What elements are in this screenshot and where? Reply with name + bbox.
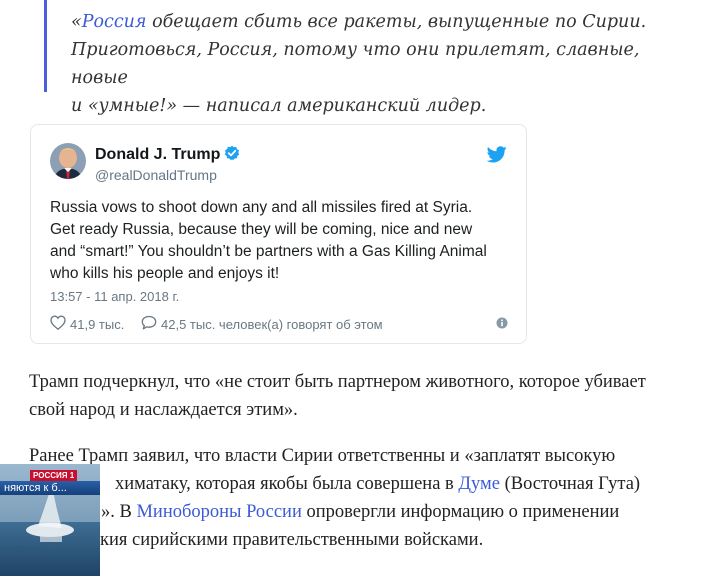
- tweet-text: Russia vows to shoot down any and all mi…: [50, 197, 510, 285]
- tweet-author[interactable]: Donald J. Trump @realDonaldTrump: [95, 145, 240, 183]
- author-name[interactable]: Donald J. Trump: [95, 146, 220, 164]
- paragraph-line: свой народ и наслаждается этим».: [29, 400, 298, 420]
- paragraph-line: кия сирийскими правительственными войска…: [100, 530, 484, 550]
- quote-line1-rest: обещает сбить все ракеты, выпущенные по …: [146, 12, 647, 32]
- like-action[interactable]: 41,9 тыс.: [50, 315, 124, 333]
- reply-count: 42,5 тыс. человек(а) говорят об этом: [161, 316, 383, 332]
- speech-bubble-icon: [141, 315, 157, 333]
- quote-open-mark: «: [71, 12, 82, 32]
- news-ticker: няются к б...: [0, 481, 100, 495]
- tweet-timestamp[interactable]: 13:57 - 11 апр. 2018 г.: [50, 289, 179, 304]
- paragraph-line: Ранее Трамп заявил, что власти Сирии отв…: [29, 446, 616, 466]
- reply-action[interactable]: 42,5 тыс. человек(а) говорят об этом: [141, 315, 383, 333]
- article-paragraph-1: Трамп подчеркнул, что «не стоит быть пар…: [29, 368, 701, 424]
- blockquote: «Россия обещает сбить все ракеты, выпуще…: [44, 0, 687, 116]
- video-player-thumbnail[interactable]: РОССИЯ 1 няются к б...: [0, 464, 100, 576]
- tweet-actions: 41,9 тыс. 42,5 тыс. человек(а) говорят о…: [50, 315, 510, 333]
- paragraph-line: Трамп подчеркнул, что «не стоит быть пар…: [29, 372, 646, 392]
- tweet-text-line: Russia vows to shoot down any and all mi…: [50, 199, 473, 216]
- info-icon[interactable]: [496, 317, 508, 332]
- twitter-bird-icon[interactable]: [486, 146, 507, 168]
- author-handle[interactable]: @realDonaldTrump: [95, 167, 240, 183]
- quote-text: «Россия обещает сбить все ракеты, выпуще…: [71, 8, 681, 120]
- tweet-text-line: Get ready Russia, because they will be c…: [50, 221, 473, 238]
- heart-icon: [50, 315, 66, 333]
- link-duma[interactable]: Думе: [458, 474, 500, 494]
- article-paragraph-2: Ранее Трамп заявил, что власти Сирии отв…: [29, 442, 701, 554]
- quote-line2: Приготовься, Россия, потому что они прил…: [71, 40, 640, 88]
- paragraph-line: ». В Минобороны России опровергли информ…: [101, 502, 620, 522]
- like-count: 41,9 тыс.: [70, 316, 125, 332]
- link-russia[interactable]: Россия: [82, 12, 147, 32]
- link-ministry-of-defense[interactable]: Минобороны России: [136, 502, 301, 522]
- tweet-text-line: and “smart!” You shouldn’t be partners w…: [50, 243, 487, 260]
- quote-line3: и «умные!» — написал американский лидер.: [71, 96, 487, 116]
- embedded-tweet[interactable]: Donald J. Trump @realDonaldTrump Russia …: [30, 124, 527, 344]
- channel-badge: РОССИЯ 1: [30, 470, 78, 481]
- verified-badge-icon: [224, 145, 240, 166]
- paragraph-line: химатаку, которая якобы была совершена в…: [115, 474, 641, 494]
- tweet-text-line: who kills his people and enjoys it!: [50, 265, 280, 282]
- avatar[interactable]: [50, 143, 86, 179]
